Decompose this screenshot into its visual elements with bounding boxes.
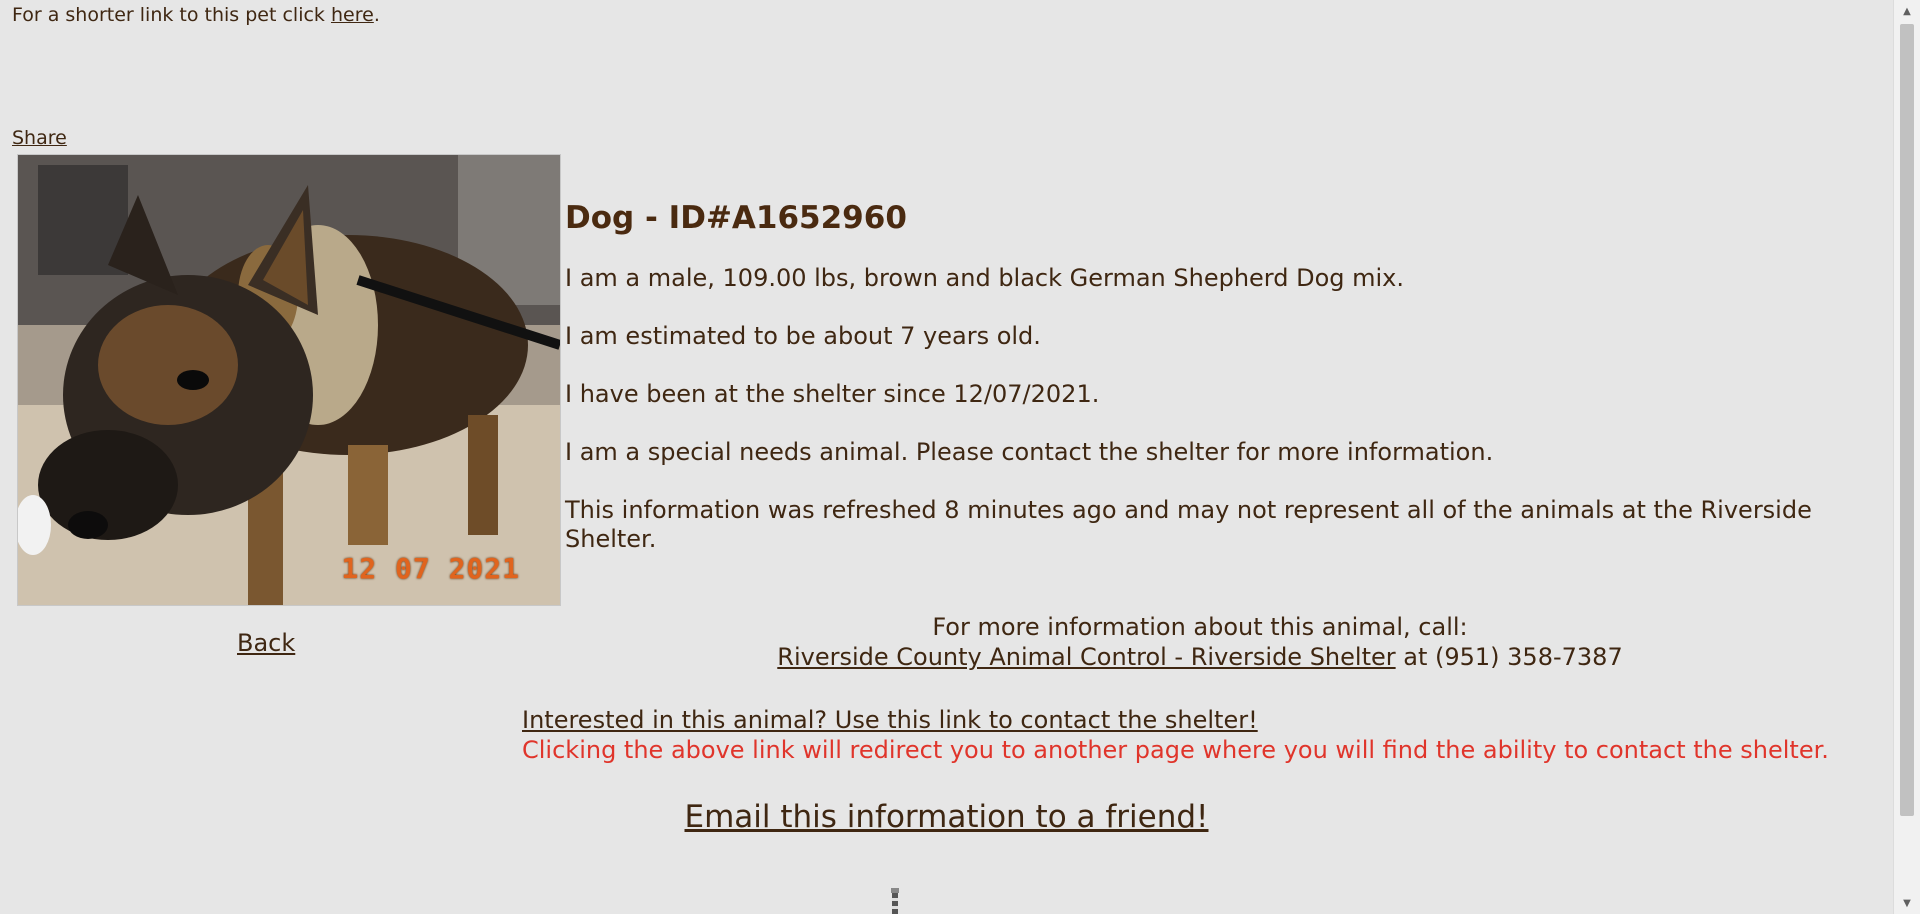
shelter-phone: at (951) 358-7387 bbox=[1395, 643, 1623, 671]
animal-info: Dog - ID#A1652960 I am a male, 109.00 lb… bbox=[565, 198, 1865, 583]
pet-detail-page: For a shorter link to this pet click her… bbox=[0, 0, 1920, 914]
redirect-warning: Clicking the above link will redirect yo… bbox=[522, 736, 1829, 764]
animal-description: I am a male, 109.00 lbs, brown and black… bbox=[565, 264, 1405, 292]
vertical-scrollbar[interactable]: ▲ ▼ bbox=[1893, 0, 1920, 914]
dog-photo-image bbox=[18, 155, 560, 605]
scrollbar-thumb[interactable] bbox=[1900, 24, 1914, 816]
call-heading: For more information about this animal, … bbox=[932, 613, 1468, 641]
shortlink-line: For a shorter link to this pet click her… bbox=[12, 2, 380, 28]
contact-shelter-link[interactable]: Interested in this animal? Use this link… bbox=[522, 706, 1258, 734]
animal-title: Dog - ID#A1652960 bbox=[565, 200, 907, 236]
lighthouse-icon bbox=[891, 888, 899, 914]
contact-info: Interested in this animal? Use this link… bbox=[522, 705, 1892, 765]
email-friend-link[interactable]: Email this information to a friend! bbox=[685, 799, 1209, 835]
scroll-up-arrow-icon[interactable]: ▲ bbox=[1894, 0, 1920, 22]
animal-intake-date: I have been at the shelter since 12/07/2… bbox=[565, 380, 1100, 408]
shortlink-suffix: . bbox=[373, 4, 380, 26]
call-line: Riverside County Animal Control - Rivers… bbox=[520, 642, 1880, 672]
share-link[interactable]: Share bbox=[12, 127, 67, 149]
shelter-link[interactable]: Riverside County Animal Control - Rivers… bbox=[777, 643, 1395, 671]
shortlink-prefix: For a shorter link to this pet click bbox=[12, 4, 331, 26]
animal-special-needs: I am a special needs animal. Please cont… bbox=[565, 438, 1494, 466]
pet-photo: 12 07 2021 bbox=[17, 154, 561, 606]
shortlink-here-link[interactable]: here bbox=[331, 4, 374, 26]
scroll-down-arrow-icon[interactable]: ▼ bbox=[1894, 892, 1920, 914]
refresh-notice: This information was refreshed 8 minutes… bbox=[565, 496, 1812, 553]
animal-age: I am estimated to be about 7 years old. bbox=[565, 322, 1041, 350]
back-link[interactable]: Back bbox=[237, 629, 295, 657]
photo-datestamp: 12 07 2021 bbox=[341, 552, 520, 585]
call-info: For more information about this animal, … bbox=[520, 612, 1880, 672]
